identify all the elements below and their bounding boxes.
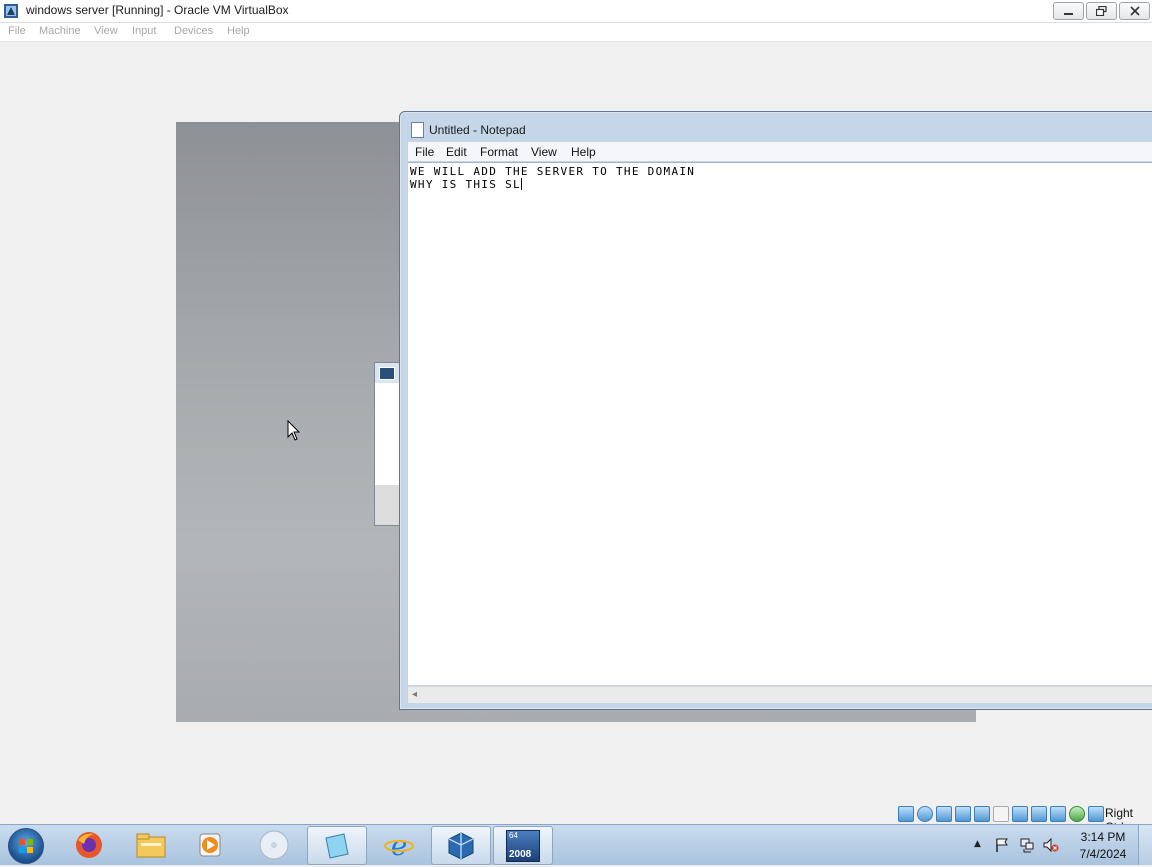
virtualbox-icon: [448, 831, 474, 860]
notepad-titlebar[interactable]: Untitled - Notepad: [400, 112, 1152, 142]
notepad-window[interactable]: Untitled - Notepad File Edit Format View…: [399, 111, 1152, 710]
file-explorer-icon: [136, 833, 166, 857]
disc-icon: [259, 830, 289, 859]
optical-drive-icon[interactable]: [917, 806, 933, 822]
minimize-icon: [1064, 13, 1073, 15]
action-center-flag-icon[interactable]: [994, 837, 1010, 853]
start-button[interactable]: [8, 828, 44, 864]
cpu-icon[interactable]: [1050, 806, 1066, 822]
menu-view[interactable]: View: [94, 25, 118, 37]
horizontal-scrollbar[interactable]: ◂: [408, 686, 1152, 703]
notepad-title: Untitled - Notepad: [429, 123, 526, 137]
text-line-2-content: WHY IS THIS SL: [410, 178, 521, 191]
taskbar: e 64 2008 ▲ 3:14 PM 7/4/2024: [0, 824, 1152, 865]
menu-help[interactable]: Help: [227, 25, 250, 37]
windows-logo-icon: [19, 839, 33, 853]
show-desktop-button[interactable]: [1138, 825, 1152, 865]
network-tray-icon[interactable]: [1019, 837, 1035, 853]
clock-time[interactable]: 3:14 PM: [1072, 830, 1134, 844]
hard-disk-icon[interactable]: [898, 806, 914, 822]
taskbar-notepad[interactable]: [307, 826, 367, 865]
taskbar-disc[interactable]: [245, 826, 303, 863]
show-hidden-icons-button[interactable]: ▲: [974, 839, 981, 849]
audio-icon[interactable]: [936, 806, 952, 822]
taskbar-media-player[interactable]: [182, 826, 240, 863]
vm-badge-arch: 64: [509, 830, 518, 840]
vbox-window-title: windows server [Running] - Oracle VM Vir…: [26, 3, 289, 17]
notepad-menu-view[interactable]: View: [531, 145, 557, 159]
taskbar-virtualbox[interactable]: [431, 826, 491, 865]
notepad-icon: [325, 832, 349, 859]
mouse-pointer-icon: [287, 420, 301, 441]
vbox-statusbar: Right Ctrl: [894, 803, 1152, 834]
minimize-button[interactable]: [1053, 2, 1084, 20]
display-icon[interactable]: [1012, 806, 1028, 822]
notepad-menu-file[interactable]: File: [415, 145, 434, 159]
usb-icon[interactable]: [974, 806, 990, 822]
vbox-titlebar: windows server [Running] - Oracle VM Vir…: [0, 0, 1152, 23]
mouse-integration-icon[interactable]: [1069, 806, 1085, 822]
window-icon: [379, 367, 395, 380]
close-icon: [1129, 6, 1140, 16]
notepad-text-area[interactable]: WE WILL ADD THE SERVER TO THE DOMAIN WHY…: [408, 162, 1152, 685]
vm-badge-version: 2008: [509, 848, 532, 860]
keyboard-icon[interactable]: [1088, 806, 1104, 822]
taskbar-firefox[interactable]: [60, 826, 118, 863]
text-line-1: WE WILL ADD THE SERVER TO THE DOMAIN: [410, 165, 696, 178]
scroll-left-arrow-icon[interactable]: ◂: [412, 689, 417, 700]
text-caret: [520, 178, 522, 190]
restore-button[interactable]: [1086, 2, 1117, 20]
notepad-icon: [411, 122, 424, 138]
notepad-menu-format[interactable]: Format: [480, 145, 518, 159]
windows-server-2008-icon: 64 2008: [506, 829, 540, 862]
clock-date[interactable]: 7/4/2024: [1072, 847, 1134, 861]
notepad-menu-edit[interactable]: Edit: [446, 145, 467, 159]
menu-input[interactable]: Input: [132, 25, 156, 37]
taskbar-internet-explorer[interactable]: e: [370, 826, 428, 863]
video-capture-icon[interactable]: [1031, 806, 1047, 822]
network-icon[interactable]: [955, 806, 971, 822]
notepad-menubar: File Edit Format View Help: [408, 142, 1152, 161]
virtualbox-app-icon: [4, 4, 18, 18]
volume-muted-icon[interactable]: [1043, 837, 1059, 853]
taskbar-windows-server-vm[interactable]: 64 2008: [493, 826, 553, 865]
close-button[interactable]: [1119, 2, 1150, 20]
menu-devices[interactable]: Devices: [174, 25, 213, 37]
menu-machine[interactable]: Machine: [39, 25, 81, 37]
vbox-menubar: File Machine View Input Devices Help: [0, 23, 1152, 42]
media-player-icon: [199, 833, 221, 856]
firefox-icon: [76, 831, 102, 858]
shared-folder-icon[interactable]: [993, 806, 1009, 822]
restore-icon: [1096, 6, 1107, 16]
text-line-2: WHY IS THIS SL: [410, 178, 522, 191]
svg-text:e: e: [391, 829, 408, 861]
taskbar-file-explorer[interactable]: [122, 826, 180, 863]
internet-explorer-icon: e: [384, 829, 414, 861]
menu-file[interactable]: File: [8, 25, 26, 37]
notepad-menu-help[interactable]: Help: [571, 145, 596, 159]
